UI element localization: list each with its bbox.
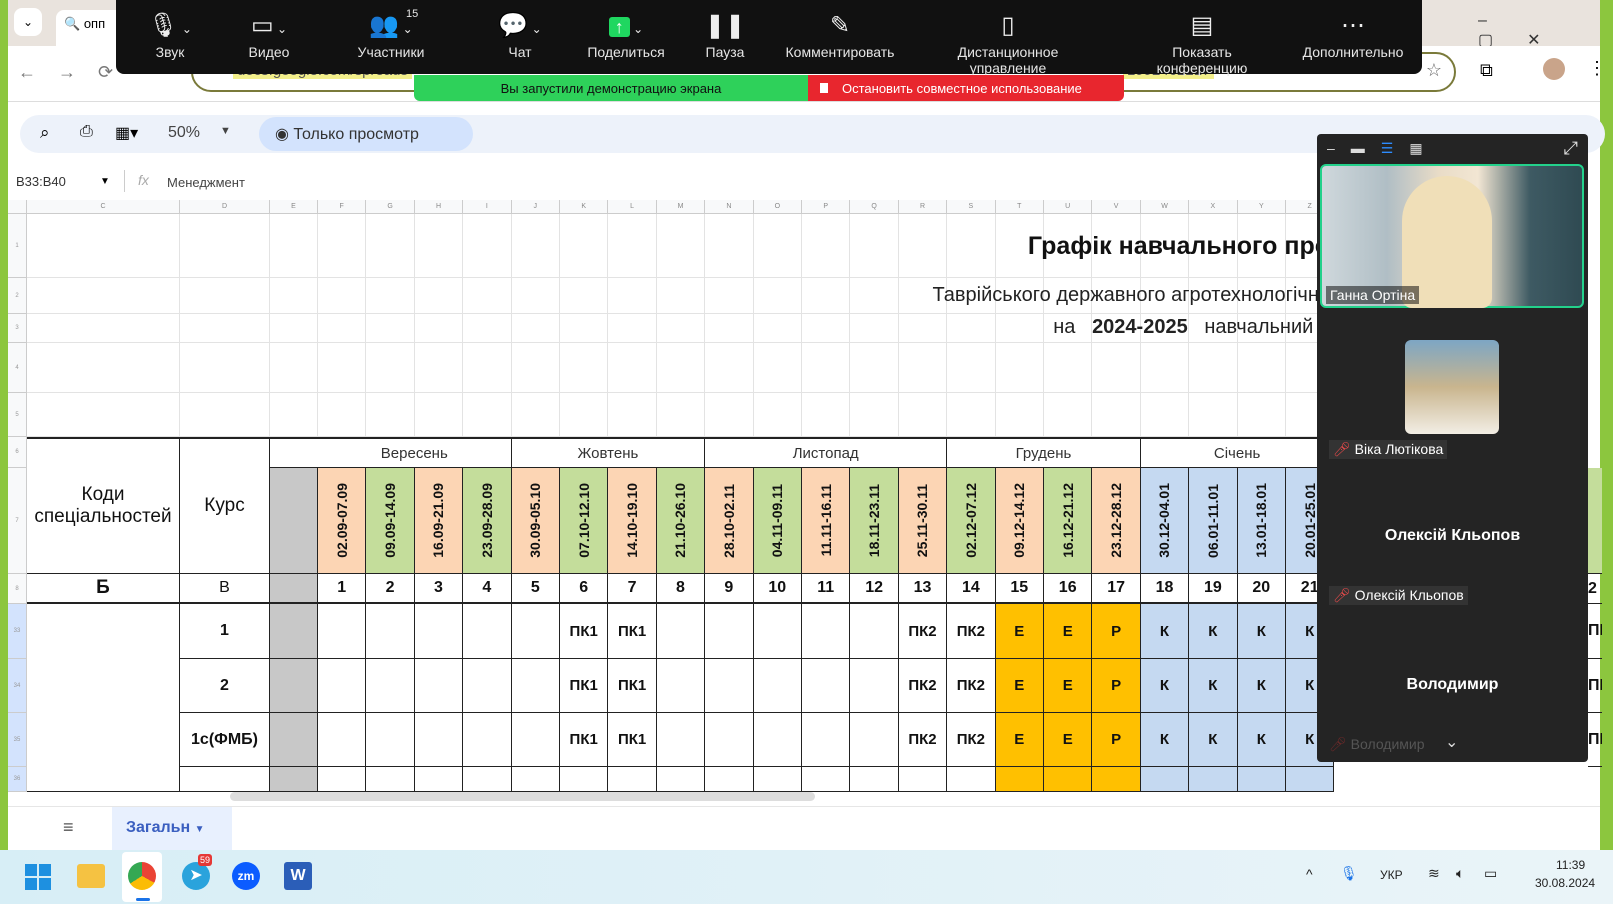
clock-time[interactable]: 11:39 [1556, 858, 1585, 872]
video-tile-active-speaker[interactable]: Ганна Ортіна [1320, 164, 1584, 308]
print-icon[interactable]: ⎙ [80, 123, 93, 141]
zoom-app-icon[interactable]: zm [232, 862, 260, 890]
stop-icon [820, 83, 828, 93]
name-box[interactable]: B33:B40 [16, 174, 66, 189]
more-icon: ⋯ [1341, 12, 1365, 39]
name-box-dropdown-icon[interactable]: ▼ [100, 176, 110, 187]
toolbar-button-participants[interactable]: 15 👥 ⌄ Участники [316, 8, 466, 60]
show-meeting-window-icon: ▤ [1190, 12, 1214, 39]
horizontal-scrollbar[interactable] [230, 792, 815, 801]
toolbar-button-label: Показать конференцию [1156, 44, 1248, 76]
participants-icon: 👥 ⌄ [369, 12, 413, 39]
participant-name: Ганна Ортіна [1326, 286, 1420, 304]
volume-icon[interactable]: 🔈︎ [1456, 865, 1464, 882]
toolbar-button-label: Комментировать [785, 44, 895, 60]
chevron-down-icon[interactable]: ⌄ [528, 22, 542, 36]
clock-date[interactable]: 30.08.2024 [1535, 876, 1595, 890]
participant-tile-name[interactable]: Володимир [1317, 676, 1588, 694]
calculator-dropdown-icon[interactable]: ▦▾ [115, 123, 138, 143]
battery-icon[interactable]: ▭ [1484, 865, 1497, 882]
toolbar-button-annotate-pencil[interactable]: ✎ Комментировать [765, 8, 915, 60]
taskbar: ➤ 59 zm W ^ 🎙︎ УКР ≋ 🔈︎ ▭ 11:39 30.08.202… [0, 850, 1613, 904]
file-explorer-icon[interactable] [77, 864, 105, 888]
sheet-tab-bar: ≡ Загальн ▼ [8, 806, 1600, 851]
toolbar-button-label: Дистанционное управление [957, 44, 1059, 76]
show-hidden-icons-chevron[interactable]: ^ [1306, 866, 1313, 882]
stop-share-label: Остановить совместное использование [842, 80, 1082, 96]
sheet-tab-label: Загальн [126, 819, 191, 836]
divider [124, 170, 125, 192]
start-button[interactable] [25, 864, 51, 890]
expand-icon[interactable]: ⤢ [1564, 138, 1578, 159]
language-indicator[interactable]: УКР [1380, 868, 1403, 882]
view-only-button[interactable]: ◉ Только просмотр [259, 117, 473, 151]
sharing-banner-text: Вы запустили демонстрацию экрана [500, 80, 722, 96]
annotate-pencil-icon: ✎ [829, 12, 851, 39]
chrome-icon [128, 862, 156, 890]
scroll-down-chevron-icon[interactable]: ⌄ [1445, 732, 1458, 752]
zoom-level-select[interactable]: 50% [168, 124, 200, 142]
muted-mic-icon: 🎤︎ [1333, 441, 1351, 457]
wifi-icon[interactable]: ≋ [1428, 865, 1440, 882]
tab-search-dropdown[interactable]: ⌄ [14, 8, 42, 36]
toolbar-button-label: Дополнительно [1302, 44, 1404, 60]
fx-icon: fx [138, 172, 149, 188]
toolbar-button-label: Участники [357, 44, 425, 60]
participant-photo [1405, 340, 1499, 434]
remote-control-mouse-icon: ▯ [1001, 12, 1015, 39]
participant-name: Олексій Кльопов [1354, 587, 1464, 603]
panel-view-controls[interactable]: –▬☰▦ [1327, 140, 1439, 157]
sheet-tab-dropdown-icon: ▼ [194, 824, 205, 835]
bookmark-star-icon[interactable]: ☆ [1426, 60, 1442, 81]
extensions-icon[interactable]: ⧉ [1480, 60, 1493, 81]
chevron-down-icon[interactable]: ⌄ [179, 22, 192, 36]
participant-name: Віка Лютікова [1354, 441, 1444, 457]
view-only-label: Только просмотр [293, 126, 419, 143]
chevron-down-icon[interactable]: ⌄ [399, 22, 413, 36]
toolbar-button-more[interactable]: ⋯ Дополнительно [1278, 8, 1428, 60]
muted-mic-icon: 🎤︎ [1329, 736, 1347, 752]
toolbar-button-show-meeting-window[interactable]: ▤ Показать конференцию [1127, 8, 1277, 76]
all-sheets-menu-icon[interactable]: ≡ [63, 817, 74, 838]
profile-avatar[interactable] [1543, 58, 1565, 80]
telegram-unread-badge: 59 [198, 854, 213, 866]
sheet-tab[interactable]: Загальн ▼ [112, 807, 232, 851]
stop-share-button[interactable]: Остановить совместное использование [808, 75, 1124, 101]
toolbar-button-remote-control-mouse[interactable]: ▯ Дистанционное управление [933, 8, 1083, 76]
eye-icon: ◉ [275, 126, 289, 143]
chrome-taskbar-button[interactable] [122, 852, 162, 902]
muted-mic-icon: 🎤︎ [1333, 587, 1351, 603]
zoom-dropdown-icon[interactable]: ▼ [220, 125, 231, 137]
sharing-banner: Вы запустили демонстрацию экрана [414, 75, 808, 101]
window-controls[interactable]: –▢✕ [1478, 12, 1600, 50]
search-icon: 🔍 [64, 16, 81, 31]
search-icon[interactable]: ⌕ [40, 123, 50, 143]
microphone-tray-icon[interactable]: 🎙︎ [1340, 865, 1358, 882]
chevron-down-icon[interactable]: ⌄ [274, 22, 287, 36]
participant-count-badge: 15 [406, 8, 419, 20]
participant-name: Володимир [1350, 736, 1425, 752]
zoom-meeting-toolbar: 🎙 ⌄ Звук ▭ ⌄ Видео 15 👥 ⌄ Участники 💬 ⌄ Чат ↑ ⌄ По… [116, 0, 1422, 76]
participant-tile-name[interactable]: Олексій Кльопов [1317, 527, 1588, 545]
formula-bar[interactable]: Менеджмент [167, 175, 245, 190]
chevron-down-icon[interactable]: ⌄ [630, 22, 643, 36]
telegram-icon[interactable]: ➤ 59 [182, 854, 213, 890]
zoom-participants-panel: –▬☰▦ ⤢ Ганна Ортіна 🎤︎ Віка Лютікова Оле… [1317, 134, 1588, 762]
browser-menu-icon[interactable]: ⋮ [1588, 58, 1606, 79]
word-icon[interactable]: W [284, 862, 312, 890]
